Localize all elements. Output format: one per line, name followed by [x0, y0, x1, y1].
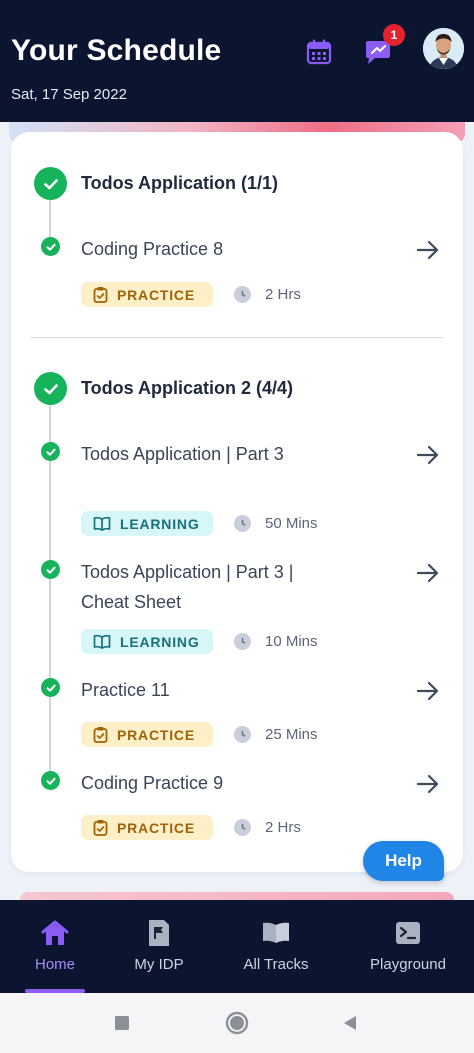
duration: 25 Mins	[234, 722, 318, 747]
arrow-right-icon[interactable]	[415, 678, 441, 704]
clipboard-check-icon	[93, 819, 108, 836]
home-circle-icon[interactable]	[225, 1011, 249, 1035]
system-navigation-bar	[0, 993, 474, 1053]
section-complete-icon	[34, 372, 67, 405]
item-complete-icon	[41, 442, 60, 461]
nav-label: Playground	[370, 956, 446, 973]
duration: 2 Hrs	[234, 282, 301, 307]
schedule-item-title[interactable]: Practice 11	[81, 675, 311, 705]
duration-label: 2 Hrs	[265, 286, 301, 303]
open-book-icon	[93, 516, 111, 531]
section-title: Todos Application 2 (4/4)	[81, 378, 294, 398]
duration-label: 25 Mins	[265, 726, 318, 743]
item-complete-icon	[41, 771, 60, 790]
arrow-right-icon[interactable]	[415, 560, 441, 586]
bottom-nav: Home My IDP All Tracks Playground	[0, 900, 474, 993]
nav-label: My IDP	[134, 956, 184, 973]
practice-tag: PRACTICE	[81, 282, 213, 307]
page-title: Your Schedule	[11, 34, 222, 67]
clock-icon	[234, 515, 251, 532]
tag-label: LEARNING	[120, 633, 200, 650]
duration: 10 Mins	[234, 629, 318, 654]
arrow-right-icon[interactable]	[415, 237, 441, 263]
open-book-icon	[262, 918, 290, 948]
learning-tag: LEARNING	[81, 629, 213, 654]
flag-document-icon	[147, 918, 171, 948]
section-divider	[30, 337, 444, 338]
notification-badge: 1	[383, 24, 405, 46]
item-complete-icon	[41, 678, 60, 697]
practice-tag: PRACTICE	[81, 815, 213, 840]
tag-label: PRACTICE	[117, 286, 195, 303]
tag-label: PRACTICE	[117, 819, 195, 836]
clipboard-check-icon	[93, 286, 108, 303]
timeline-line	[49, 200, 51, 240]
duration-label: 50 Mins	[265, 515, 318, 532]
arrow-right-icon[interactable]	[415, 771, 441, 797]
back-triangle-icon[interactable]	[338, 1011, 362, 1035]
help-button[interactable]: Help	[363, 841, 444, 881]
recent-apps-icon[interactable]	[110, 1011, 134, 1035]
nav-item-playground[interactable]: Playground	[362, 900, 454, 993]
clock-icon	[234, 819, 251, 836]
duration-label: 2 Hrs	[265, 819, 301, 836]
nav-label: All Tracks	[243, 956, 309, 973]
duration: 50 Mins	[234, 511, 318, 536]
schedule-item-title[interactable]: Todos Application | Part 3 | Cheat Sheet	[81, 557, 311, 617]
nav-label: Home	[34, 956, 75, 973]
clipboard-check-icon	[93, 726, 108, 743]
practice-tag: PRACTICE	[81, 722, 213, 747]
learning-tag: LEARNING	[81, 511, 213, 536]
section-complete-icon	[34, 167, 67, 200]
duration: 2 Hrs	[234, 815, 301, 840]
avatar[interactable]	[423, 28, 464, 69]
nav-item-home[interactable]: Home	[25, 900, 85, 993]
nav-item-my-idp[interactable]: My IDP	[124, 900, 194, 993]
schedule-item-title[interactable]: Coding Practice 9	[81, 768, 311, 798]
current-date: Sat, 17 Sep 2022	[11, 86, 127, 103]
terminal-icon	[395, 918, 421, 948]
duration-label: 10 Mins	[265, 633, 318, 650]
tag-label: PRACTICE	[117, 726, 195, 743]
item-complete-icon	[41, 560, 60, 579]
nav-item-all-tracks[interactable]: All Tracks	[236, 900, 316, 993]
open-book-icon	[93, 634, 111, 649]
tag-label: LEARNING	[120, 515, 200, 532]
clock-icon	[234, 286, 251, 303]
timeline-line	[49, 405, 51, 780]
calendar-icon[interactable]	[303, 36, 335, 68]
app-header: Your Schedule Sat, 17 Sep 2022 1	[0, 0, 474, 122]
schedule-item-title[interactable]: Todos Application | Part 3	[81, 439, 311, 469]
app-root: Your Schedule Sat, 17 Sep 2022 1 Todos A…	[0, 0, 474, 1053]
arrow-right-icon[interactable]	[415, 442, 441, 468]
clock-icon	[234, 633, 251, 650]
home-icon	[40, 918, 70, 948]
schedule-item-title[interactable]: Coding Practice 8	[81, 234, 311, 264]
clock-icon	[234, 726, 251, 743]
item-complete-icon	[41, 237, 60, 256]
section-title: Todos Application (1/1)	[81, 173, 278, 193]
